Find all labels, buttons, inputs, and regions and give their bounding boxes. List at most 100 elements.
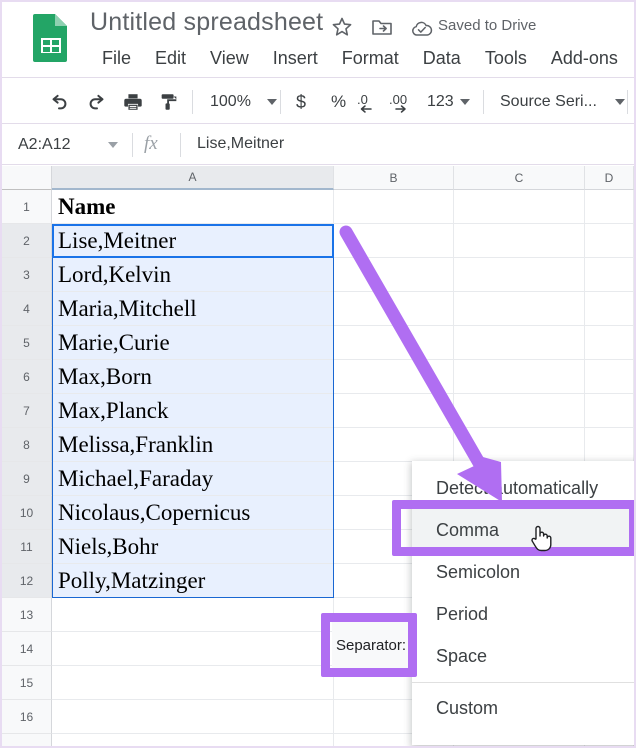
column-header-c[interactable]: C <box>454 166 585 190</box>
cell-A6[interactable]: Max,Born <box>52 360 334 394</box>
cell-A4[interactable]: Maria,Mitchell <box>52 292 334 326</box>
cell-B7[interactable] <box>334 394 454 428</box>
cell-A7[interactable]: Max,Planck <box>52 394 334 428</box>
cell-B2[interactable] <box>334 224 454 258</box>
menu-format[interactable]: Format <box>330 46 411 71</box>
cell-A8[interactable]: Melissa,Franklin <box>52 428 334 462</box>
row-header-7[interactable]: 7 <box>2 394 52 428</box>
cell-A1[interactable]: Name <box>52 190 334 224</box>
row-header-12[interactable]: 12 <box>2 564 52 598</box>
row-header-16[interactable]: 16 <box>2 700 52 734</box>
menu-view[interactable]: View <box>198 46 261 71</box>
cell-D5[interactable] <box>585 326 634 360</box>
row-header-6[interactable]: 6 <box>2 360 52 394</box>
cell-C8[interactable] <box>454 428 585 462</box>
undo-button[interactable] <box>44 87 74 117</box>
row-header-2[interactable]: 2 <box>2 224 52 258</box>
row-header-11[interactable]: 11 <box>2 530 52 564</box>
column-header-a[interactable]: A <box>52 166 334 190</box>
cell-A9[interactable]: Michael,Faraday <box>52 462 334 496</box>
zoom-selector[interactable]: 100% <box>206 88 281 116</box>
cell-C4[interactable] <box>454 292 585 326</box>
dropdown-item-custom[interactable]: Custom <box>412 687 634 729</box>
formula-bar-divider-1 <box>132 133 133 157</box>
cell-A12[interactable]: Polly,Matzinger <box>52 564 334 598</box>
cell-A3[interactable]: Lord,Kelvin <box>52 258 334 292</box>
cell-C7[interactable] <box>454 394 585 428</box>
row-header-4[interactable]: 4 <box>2 292 52 326</box>
cell-A16[interactable] <box>52 700 334 734</box>
row-header-label: 14 <box>19 641 34 656</box>
increase-decimal-button[interactable]: .00 <box>387 87 417 117</box>
row-header-15[interactable]: 15 <box>2 666 52 700</box>
font-family-selector[interactable]: Source Seri... <box>496 88 629 116</box>
row-header-17[interactable]: 17 <box>2 734 52 746</box>
cell-D2[interactable] <box>585 224 634 258</box>
menu-data[interactable]: Data <box>411 46 473 71</box>
column-header-b[interactable]: B <box>334 166 454 190</box>
menu-tools[interactable]: Tools <box>473 46 539 71</box>
row-header-1[interactable]: 1 <box>2 190 52 224</box>
name-box[interactable]: A2:A12 <box>8 130 126 160</box>
row-header-9[interactable]: 9 <box>2 462 52 496</box>
select-all-corner[interactable] <box>2 166 52 190</box>
redo-button[interactable] <box>82 87 112 117</box>
cell-C6[interactable] <box>454 360 585 394</box>
decrease-decimal-button[interactable]: .0 <box>354 87 382 117</box>
row-header-13[interactable]: 13 <box>2 598 52 632</box>
menu-file[interactable]: File <box>90 46 143 71</box>
row-header-8[interactable]: 8 <box>2 428 52 462</box>
cell-A11[interactable]: Niels,Bohr <box>52 530 334 564</box>
menu-help[interactable]: Help <box>630 46 634 71</box>
document-title[interactable]: Untitled spreadsheet <box>90 8 323 37</box>
cell-D7[interactable] <box>585 394 634 428</box>
currency-format-button[interactable]: $ <box>292 88 310 116</box>
cell-C3[interactable] <box>454 258 585 292</box>
cell-A5[interactable]: Marie,Curie <box>52 326 334 360</box>
cell-D3[interactable] <box>585 258 634 292</box>
column-header-d[interactable]: D <box>585 166 634 190</box>
number-format-selector[interactable]: 123 <box>423 88 474 116</box>
cell-B5[interactable] <box>334 326 454 360</box>
cell-B1[interactable] <box>334 190 454 224</box>
cell-C2[interactable] <box>454 224 585 258</box>
cell-A13[interactable] <box>52 598 334 632</box>
cell-C5[interactable] <box>454 326 585 360</box>
cell-A14[interactable] <box>52 632 334 666</box>
dropdown-item-comma[interactable]: Comma <box>412 509 634 551</box>
google-sheets-window: Untitled spreadsheet Saved to Drive File… <box>0 0 636 748</box>
menu-insert[interactable]: Insert <box>261 46 330 71</box>
cell-A17[interactable] <box>52 734 334 746</box>
row-header-10[interactable]: 10 <box>2 496 52 530</box>
toolbar-divider-2 <box>280 90 281 114</box>
cell-C1[interactable] <box>454 190 585 224</box>
row-header-14[interactable]: 14 <box>2 632 52 666</box>
cell-D6[interactable] <box>585 360 634 394</box>
dropdown-item-semicolon[interactable]: Semicolon <box>412 551 634 593</box>
cell-D8[interactable] <box>585 428 634 462</box>
row-header-5[interactable]: 5 <box>2 326 52 360</box>
menu-add-ons[interactable]: Add-ons <box>539 46 630 71</box>
dropdown-item-detect-automatically[interactable]: Detect automatically <box>412 467 634 509</box>
separator-label-chip[interactable]: Separator: <box>332 622 410 668</box>
cell-D1[interactable] <box>585 190 634 224</box>
dropdown-item-period[interactable]: Period <box>412 593 634 635</box>
print-button[interactable] <box>118 87 148 117</box>
cell-A15[interactable] <box>52 666 334 700</box>
cell-B8[interactable] <box>334 428 454 462</box>
cell-B4[interactable] <box>334 292 454 326</box>
dropdown-item-space[interactable]: Space <box>412 635 634 677</box>
paint-format-button[interactable] <box>154 87 184 117</box>
cell-D4[interactable] <box>585 292 634 326</box>
menu-edit[interactable]: Edit <box>143 46 198 71</box>
cell-value: Niels,Bohr <box>58 533 159 559</box>
move-to-folder-icon[interactable] <box>370 15 394 39</box>
row-header-3[interactable]: 3 <box>2 258 52 292</box>
star-icon[interactable] <box>330 15 354 39</box>
cell-A2[interactable]: Lise,Meitner <box>52 224 334 258</box>
cell-B6[interactable] <box>334 360 454 394</box>
percent-format-button[interactable]: % <box>327 88 350 116</box>
cell-A10[interactable]: Nicolaus,Copernicus <box>52 496 334 530</box>
formula-input[interactable]: Lise,Meitner <box>197 135 284 153</box>
cell-B3[interactable] <box>334 258 454 292</box>
